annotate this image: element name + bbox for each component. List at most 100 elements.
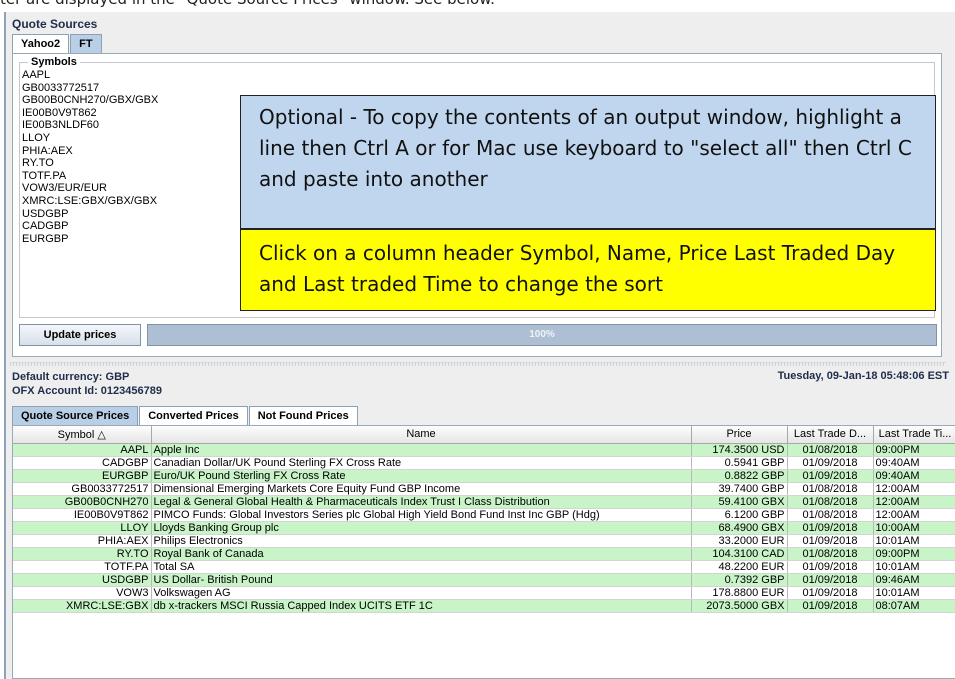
table-row[interactable]: AAPL Apple Inc 174.3500 USD 01/08/2018 09:00… <box>13 443 955 457</box>
cell-price: 2073.5000 GBX <box>691 599 788 613</box>
table-row[interactable]: XMRC:LSE:GBX db x-trackers MSCI Russia Ca… <box>13 599 955 613</box>
table-row[interactable]: GB00B0CNH270 Legal & General Global Healt… <box>13 495 955 509</box>
table-row[interactable]: VOW3 Volkswagen AG 178.8800 EUR 01/09/2018 1… <box>13 586 955 600</box>
table-row[interactable]: TOTF.PA Total SA 48.2200 EUR 01/09/2018 10:0… <box>13 560 955 574</box>
cell-symbol: USDGBP <box>13 573 152 587</box>
cell-symbol: VOW3 <box>13 586 152 600</box>
cell-last-trade-time: 12:00AM <box>873 508 955 522</box>
cell-name: Royal Bank of Canada <box>151 547 692 561</box>
cell-price: 178.8800 EUR <box>691 586 788 600</box>
symbol-list-item[interactable]: IE00B0V9T862 <box>22 107 158 120</box>
prices-table: Symbol △ Name Price Last Trade D... Last… <box>13 426 955 613</box>
cell-last-trade-time: 10:01AM <box>873 560 955 574</box>
cell-symbol: XMRC:LSE:GBX <box>13 599 152 613</box>
table-row[interactable]: RY.TO Royal Bank of Canada 104.3100 CAD 01/… <box>13 547 955 561</box>
cell-last-trade-date: 01/08/2018 <box>787 508 874 522</box>
cell-price: 174.3500 USD <box>691 443 788 457</box>
cell-name: PIMCO Funds: Global Investors Series plc… <box>151 508 692 522</box>
cell-last-trade-date: 01/08/2018 <box>787 547 874 561</box>
table-row[interactable]: EURGBP Euro/UK Pound Sterling FX Cross Ra… <box>13 469 955 483</box>
cell-price: 68.4900 GBX <box>691 521 788 535</box>
cell-symbol: GB0033772517 <box>13 482 152 496</box>
timestamp: Tuesday, 09-Jan-18 05:48:06 EST <box>777 370 949 382</box>
column-header-last-trade-time[interactable]: Last Trade Ti... <box>873 426 955 444</box>
cell-name: Legal & General Global Health & Pharmace… <box>151 495 692 509</box>
quote-sources-title: Quote Sources <box>12 17 98 31</box>
symbol-list-item[interactable]: IE00B3NLDF60 <box>22 119 158 132</box>
cell-price: 0.7392 GBP <box>691 573 788 587</box>
price-tabs: Quote Source Prices Converted Prices Not… <box>12 406 359 426</box>
cell-last-trade-date: 01/08/2018 <box>787 495 874 509</box>
sort-instructions-callout: Click on a column header Symbol, Name, P… <box>240 229 936 311</box>
cell-last-trade-date: 01/09/2018 <box>787 573 874 587</box>
symbol-list-item[interactable]: GB00B0CNH270/GBX/GBX <box>22 94 158 107</box>
symbol-list-item[interactable]: EURGBP <box>22 233 158 246</box>
ofx-account-id: OFX Account Id: 0123456789 <box>12 385 162 397</box>
symbols-label: Symbols <box>28 56 80 68</box>
cell-name: Total SA <box>151 560 692 574</box>
table-row[interactable]: CADGBP Canadian Dollar/UK Pound Sterling … <box>13 456 955 470</box>
symbol-list-item[interactable]: VOW3/EUR/EUR <box>22 182 158 195</box>
cell-symbol: LLOY <box>13 521 152 535</box>
cell-last-trade-time: 10:01AM <box>873 586 955 600</box>
cell-last-trade-date: 01/09/2018 <box>787 456 874 470</box>
cell-symbol: CADGBP <box>13 456 152 470</box>
symbol-list-item[interactable]: PHIA:AEX <box>22 145 158 158</box>
cell-last-trade-date: 01/08/2018 <box>787 482 874 496</box>
cell-last-trade-date: 01/09/2018 <box>787 469 874 483</box>
column-header-last-trade-date[interactable]: Last Trade D... <box>787 426 874 444</box>
table-row[interactable]: IE00B0V9T862 PIMCO Funds: Global Investor… <box>13 508 955 522</box>
symbol-list-item[interactable]: GB0033772517 <box>22 82 158 95</box>
update-prices-button[interactable]: Update prices <box>19 324 141 346</box>
symbol-list-item[interactable]: AAPL <box>22 69 158 82</box>
table-header-row: Symbol △ Name Price Last Trade D... Last… <box>13 426 955 444</box>
tab-not-found-prices[interactable]: Not Found Prices <box>248 406 358 426</box>
symbol-list-item[interactable]: RY.TO <box>22 157 158 170</box>
prices-table-container: Symbol △ Name Price Last Trade D... Last… <box>12 425 955 679</box>
cell-last-trade-time: 09:40AM <box>873 456 955 470</box>
symbol-list-item[interactable]: TOTF.PA <box>22 170 158 183</box>
cell-last-trade-time: 10:00AM <box>873 521 955 535</box>
progress-bar: 100% <box>147 324 937 346</box>
cell-price: 39.7400 GBP <box>691 482 788 496</box>
cell-symbol: TOTF.PA <box>13 560 152 574</box>
tab-ft[interactable]: FT <box>70 34 102 54</box>
cell-name: Apple Inc <box>151 443 692 457</box>
cell-name: Canadian Dollar/UK Pound Sterling FX Cro… <box>151 456 692 470</box>
table-row[interactable]: PHIA:AEX Philips Electronics 33.2000 EUR 01… <box>13 534 955 548</box>
symbol-list-item[interactable]: XMRC:LSE:GBX/GBX/GBX <box>22 195 158 208</box>
table-row[interactable]: GB0033772517 Dimensional Emerging Markets… <box>13 482 955 496</box>
cell-price: 0.8822 GBP <box>691 469 788 483</box>
cell-last-trade-time: 09:46AM <box>873 573 955 587</box>
tab-converted-prices[interactable]: Converted Prices <box>139 406 248 426</box>
column-header-name[interactable]: Name <box>151 426 692 444</box>
column-header-symbol[interactable]: Symbol △ <box>13 426 152 444</box>
symbol-list-item[interactable]: CADGBP <box>22 220 158 233</box>
cell-name: db x-trackers MSCI Russia Capped Index U… <box>151 599 692 613</box>
cell-price: 33.2000 EUR <box>691 534 788 548</box>
column-header-price[interactable]: Price <box>691 426 788 444</box>
cell-last-trade-time: 10:01AM <box>873 534 955 548</box>
cell-symbol: PHIA:AEX <box>13 534 152 548</box>
table-body: AAPL Apple Inc 174.3500 USD 01/08/2018 09:00… <box>13 443 955 613</box>
cell-last-trade-date: 01/09/2018 <box>787 599 874 613</box>
symbol-list-item[interactable]: USDGBP <box>22 208 158 221</box>
cell-name: Lloyds Banking Group plc <box>151 521 692 535</box>
table-row[interactable]: USDGBP US Dollar- British Pound 0.7392 GBP… <box>13 573 955 587</box>
cell-last-trade-time: 12:00AM <box>873 482 955 496</box>
cell-name: Volkswagen AG <box>151 586 692 600</box>
cell-last-trade-date: 01/09/2018 <box>787 560 874 574</box>
symbols-list[interactable]: AAPL GB0033772517 GB00B0CNH270/GBX/GBX IE00… <box>22 69 158 245</box>
cell-last-trade-time: 09:40AM <box>873 469 955 483</box>
copy-instructions-callout: Optional - To copy the contents of an ou… <box>240 95 936 229</box>
cell-price: 0.5941 GBP <box>691 456 788 470</box>
split-divider[interactable] <box>10 362 946 366</box>
account-info: Default currency: GBP OFX Account Id: 01… <box>12 370 162 398</box>
symbol-list-item[interactable]: LLOY <box>22 132 158 145</box>
cell-symbol: GB00B0CNH270 <box>13 495 152 509</box>
table-row[interactable]: LLOY Lloyds Banking Group plc 68.4900 GBX 0… <box>13 521 955 535</box>
tab-yahoo2[interactable]: Yahoo2 <box>12 34 70 54</box>
cell-price: 59.4100 GBX <box>691 495 788 509</box>
cell-last-trade-time: 09:00PM <box>873 547 955 561</box>
tab-quote-source-prices[interactable]: Quote Source Prices <box>12 406 139 426</box>
